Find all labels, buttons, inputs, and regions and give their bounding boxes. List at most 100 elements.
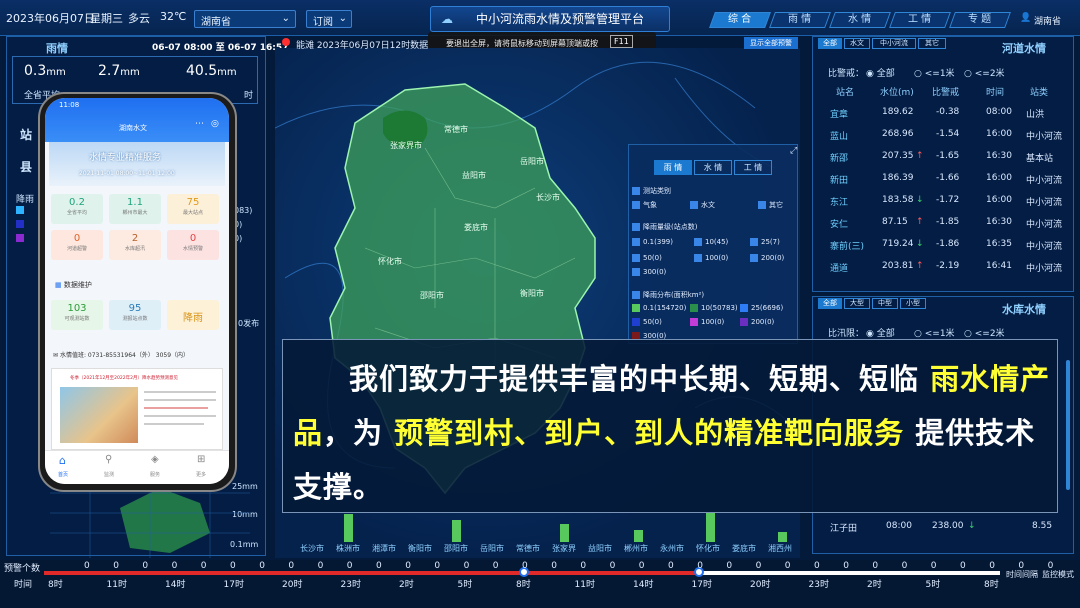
collapse-icon[interactable]: ⤢ xyxy=(790,146,797,156)
tab-topic[interactable]: 专 题 xyxy=(949,12,1011,28)
river-table-row[interactable]: 蓝山 268.96 -1.54 16:00 中小河流 xyxy=(816,124,1072,146)
city-axis-label: 张家界 xyxy=(552,544,576,553)
rain-dist-item[interactable]: 25(6696) xyxy=(740,304,783,312)
timeline-count: 0 xyxy=(288,561,295,571)
river-table-row[interactable]: 通道 203.81 -2.19 16:41 中小河流 ↑ xyxy=(816,256,1072,278)
timeline-count: 0 xyxy=(346,561,353,571)
phone-stat-card[interactable]: 0 河道超警 xyxy=(51,230,103,260)
subscribe-select[interactable]: 订阅 ⌄ xyxy=(306,10,352,28)
phone-tabbar: ⌂ ⚲ ◈ ⊞ 首页 监测 服务 更多 xyxy=(45,450,229,484)
timeline-count: 0 xyxy=(755,561,762,571)
timeline-tick-label: 8时 xyxy=(516,580,531,590)
timeline-progress[interactable] xyxy=(44,571,700,575)
caption-highlight: 品 xyxy=(293,416,324,450)
river-tab-all[interactable]: 全部 xyxy=(818,38,842,49)
timeline-tick-label: 20时 xyxy=(750,580,771,590)
river-tab-small[interactable]: 中小河流 xyxy=(872,38,916,49)
timeline-count: 0 xyxy=(726,561,733,571)
rain-level-item[interactable]: 25(7) xyxy=(750,238,780,246)
rain-dist-item[interactable]: 0.1(154720) xyxy=(632,304,686,312)
show-all-warnings-button[interactable]: 显示全部预警 xyxy=(744,37,798,49)
rain-dist-item[interactable]: 10(50783) xyxy=(690,304,738,312)
river-filter-1m[interactable]: ○ <=1米 xyxy=(914,66,955,79)
station-type-shuiwen[interactable]: 水文 xyxy=(690,200,715,210)
doc-text-line xyxy=(144,407,208,409)
station-type-other[interactable]: 其它 xyxy=(758,200,783,210)
river-table-row[interactable]: 东江 183.58 -1.72 16:00 中小河流 ↓ xyxy=(816,190,1072,212)
city-axis-label: 岳阳市 xyxy=(480,544,504,553)
home-icon[interactable]: ⌂ xyxy=(59,454,66,467)
phone-stat-card[interactable]: 降雨 xyxy=(167,300,219,330)
layer-tab-engineering[interactable]: 工 情 xyxy=(734,160,772,175)
phone-target-icon[interactable]: ◎ xyxy=(211,119,219,129)
phone-stat-card[interactable]: 75 最大站点 xyxy=(167,194,219,224)
tab-engineering[interactable]: 工 情 xyxy=(889,12,951,28)
monitor-icon[interactable]: ⚲ xyxy=(105,454,112,465)
city-rain-bar xyxy=(452,520,461,542)
city-axis-label: 娄底市 xyxy=(732,544,756,553)
phone-stat-card[interactable]: 103 可观测站数 xyxy=(51,300,103,330)
rain-level-item[interactable]: 100(0) xyxy=(694,254,728,262)
label: <=1米 xyxy=(924,329,955,339)
river-table-row[interactable]: 新田 186.39 -1.66 16:00 中小河流 xyxy=(816,168,1072,190)
rain-level-item[interactable]: 300(0) xyxy=(632,268,666,276)
timeline-remaining[interactable] xyxy=(700,571,1000,575)
tab-water[interactable]: 水 情 xyxy=(829,12,891,28)
river-filter-2m[interactable]: ○ <=2米 xyxy=(964,66,1005,79)
river-table-row[interactable]: 寨前(三) 719.24 -1.86 16:35 中小河流 ↓ xyxy=(816,234,1072,256)
label: 200(0) xyxy=(751,318,775,326)
river-tab-other[interactable]: 其它 xyxy=(918,38,946,49)
phone-banner[interactable]: 水情专业精准服务 2021-11-01 08:00~11-01 12:00 xyxy=(49,142,225,186)
phone-stat-card[interactable]: 0 水情预警 xyxy=(167,230,219,260)
rain-level-item[interactable]: 0.1(399) xyxy=(632,238,673,246)
map-alert-banner[interactable]: 能滩 2023年06月07日12时数据 xyxy=(296,38,428,51)
province-select[interactable]: 湖南省 ⌄ xyxy=(194,10,296,28)
reservoir-tab-large[interactable]: 大型 xyxy=(844,298,870,309)
reservoir-filter-all[interactable]: ◉ 全部 xyxy=(866,326,895,339)
service-icon[interactable]: ◈ xyxy=(151,454,159,465)
rain-dist-title[interactable]: 降雨分布(面积km²) xyxy=(632,290,704,300)
timeline-tick-label: 14时 xyxy=(633,580,654,590)
map-city-label: 岳阳市 xyxy=(520,157,544,166)
phone-stat-card[interactable]: 95 测报站点数 xyxy=(109,300,161,330)
reservoir-row[interactable]: 江子田 08:00 238.00 ↓ 8.55 xyxy=(816,516,1072,538)
reservoir-filter-1m[interactable]: ○ <=1米 xyxy=(914,326,955,339)
phone-stat-card[interactable]: 1.1 郴州市最大 xyxy=(109,194,161,224)
rain-dist-item[interactable]: 50(0) xyxy=(632,318,662,326)
tab-overview[interactable]: 综 合 xyxy=(709,12,771,28)
obs-time: 16:30 xyxy=(986,151,1012,161)
user-name[interactable]: 湖南省 xyxy=(1034,14,1061,27)
river-table-row[interactable]: 宜章 189.62 -0.38 08:00 山洪 xyxy=(816,102,1072,124)
grid-menu-icon[interactable]: ⊞ xyxy=(197,454,205,465)
rain-level-item[interactable]: 50(0) xyxy=(632,254,662,262)
phone-stat-card[interactable]: 2 水库超汛 xyxy=(109,230,161,260)
reservoir-filter-2m[interactable]: ○ <=2米 xyxy=(964,326,1005,339)
layer-tab-water[interactable]: 水 情 xyxy=(694,160,732,175)
rain-level-item[interactable]: 200(0) xyxy=(750,254,784,262)
rain-level-item[interactable]: 10(45) xyxy=(694,238,728,246)
phone-more-icon[interactable]: ⋯ xyxy=(195,119,204,129)
station-type-title[interactable]: 测站类别 xyxy=(632,186,671,196)
tab-rain[interactable]: 雨 情 xyxy=(769,12,831,28)
reservoir-tab-all[interactable]: 全部 xyxy=(818,298,842,309)
river-table-row[interactable]: 安仁 87.15 -1.85 16:30 中小河流 ↑ xyxy=(816,212,1072,234)
layer-tab-rain[interactable]: 雨 情 xyxy=(654,160,692,175)
checkbox-checked-icon xyxy=(632,238,640,246)
rain-dist-item[interactable]: 200(0) xyxy=(740,318,774,326)
tab-label: 综 合 xyxy=(728,14,752,25)
reservoir-tab-medium[interactable]: 中型 xyxy=(872,298,898,309)
river-table-row[interactable]: 新邵 207.35 -1.65 16:30 基本站 ↑ xyxy=(816,146,1072,168)
reservoir-scrollbar[interactable] xyxy=(1066,360,1070,490)
station-type-qixiang[interactable]: 气象 xyxy=(632,200,657,210)
label: 全部 xyxy=(876,329,895,339)
rain-dist-item[interactable]: 100(0) xyxy=(690,318,724,326)
reservoir-tab-small[interactable]: 小型 xyxy=(900,298,926,309)
phone-doc-title: 冬季（2021年12月至2022年2月）降水趋势预测意见 xyxy=(70,376,178,381)
river-filter-all[interactable]: ◉ 全部 xyxy=(866,66,895,79)
phone-document-card[interactable]: 冬季（2021年12月至2022年2月）降水趋势预测意见 xyxy=(51,368,223,450)
rain-level-title[interactable]: 降雨量级(站点数) xyxy=(632,222,697,232)
timeline-tick-label: 14时 xyxy=(165,580,186,590)
user-icon[interactable]: 👤 xyxy=(1020,13,1031,23)
phone-stat-card[interactable]: 0.2 全省平均 xyxy=(51,194,103,224)
river-tab-hydro[interactable]: 水文 xyxy=(844,38,870,49)
